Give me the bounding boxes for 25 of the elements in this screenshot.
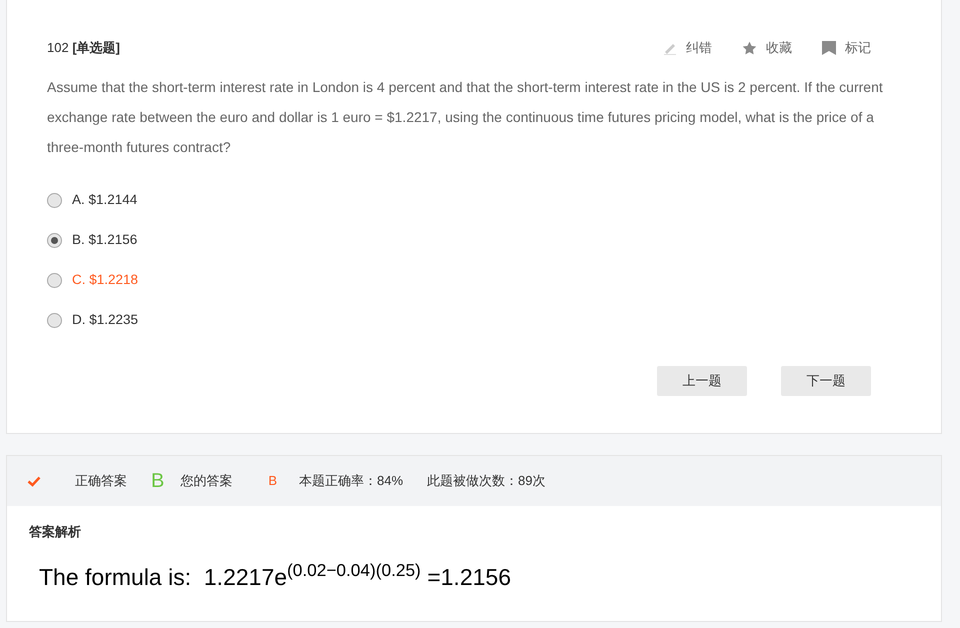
radio-button[interactable] [47, 273, 62, 288]
formula-text: The formula is: 1.2217e$^{(0.02−0.04)(0.25)}$ =1.2156 [39, 560, 511, 592]
answer-option[interactable]: A. $1.2144 [47, 192, 138, 210]
radio-button[interactable] [47, 193, 62, 208]
your-answer: B [268, 472, 278, 490]
check-icon [27, 476, 41, 486]
star-icon [742, 40, 757, 55]
attempts-text: 此题被做次数：89次 [427, 472, 546, 490]
nav-button[interactable]: 上一题 [657, 366, 747, 396]
correct-answer-label: 正确答案 [75, 472, 127, 490]
answer-option[interactable]: B. $1.2156 [47, 232, 138, 250]
explanation-title: 答案解析 [29, 523, 81, 541]
action-button[interactable]: 标记 [822, 38, 871, 58]
radio-button[interactable] [47, 313, 62, 328]
nav-button[interactable]: 下一题 [781, 366, 871, 396]
answer-option[interactable]: D. $1.2235 [47, 312, 138, 330]
your-answer-label: 您的答案 [180, 472, 232, 490]
accuracy-text: 本题正确率：84% [299, 472, 404, 490]
question-number: 102 [单选题] [47, 39, 120, 57]
radio-button[interactable] [47, 233, 62, 248]
bookmark-icon [822, 40, 836, 55]
action-button[interactable]: 收藏 [742, 38, 792, 58]
correct-answer: B [151, 469, 164, 494]
question-text: Assume that the short-term interest rate in London is 4 percent and that the short-term interest rate in the US is 2 percent. If the current exchange rate between the euro and dollar is 1 euro = $1.2217, using the continuous time futures pricing model, what is the price of a three-month futures contract? [47, 78, 884, 156]
action-button[interactable]: 纠错 [663, 38, 712, 58]
